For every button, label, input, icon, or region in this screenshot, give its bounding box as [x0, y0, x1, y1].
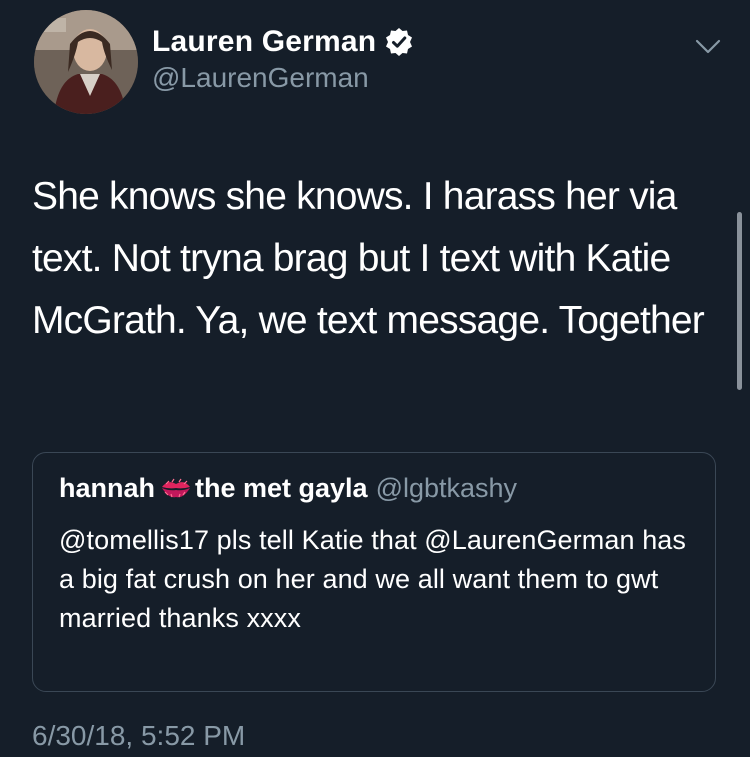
- quoted-tweet-card[interactable]: hannah the met gayla @lgbtkashy @tomelli…: [32, 452, 716, 692]
- verified-badge-icon: [384, 27, 414, 57]
- author-display-name[interactable]: Lauren German: [152, 25, 376, 59]
- quoted-tweet-text: @tomellis17 pls tell Katie that @LaurenG…: [59, 525, 687, 633]
- author-handle[interactable]: @LaurenGerman: [152, 62, 369, 94]
- tweet-timestamp[interactable]: 6/30/18, 5:52 PM: [32, 720, 245, 752]
- kiss-mark-icon: [159, 475, 193, 503]
- tweet-text: She knows she knows. I harass her via te…: [32, 175, 705, 342]
- quoted-author-name: hannah: [59, 473, 156, 503]
- quoted-author-name-suffix: the met gayla: [195, 473, 368, 503]
- scrollbar[interactable]: [737, 212, 742, 390]
- avatar[interactable]: [34, 10, 138, 114]
- author-name-row[interactable]: Lauren German: [152, 22, 414, 62]
- avatar-image: [34, 10, 138, 114]
- tweet-detail: Lauren German @LaurenGerman She knows sh…: [0, 0, 750, 757]
- quoted-author-handle: @lgbtkashy: [375, 473, 518, 503]
- quoted-tweet-header: hannah the met gayla @lgbtkashy: [59, 473, 517, 504]
- chevron-down-icon[interactable]: [692, 30, 724, 62]
